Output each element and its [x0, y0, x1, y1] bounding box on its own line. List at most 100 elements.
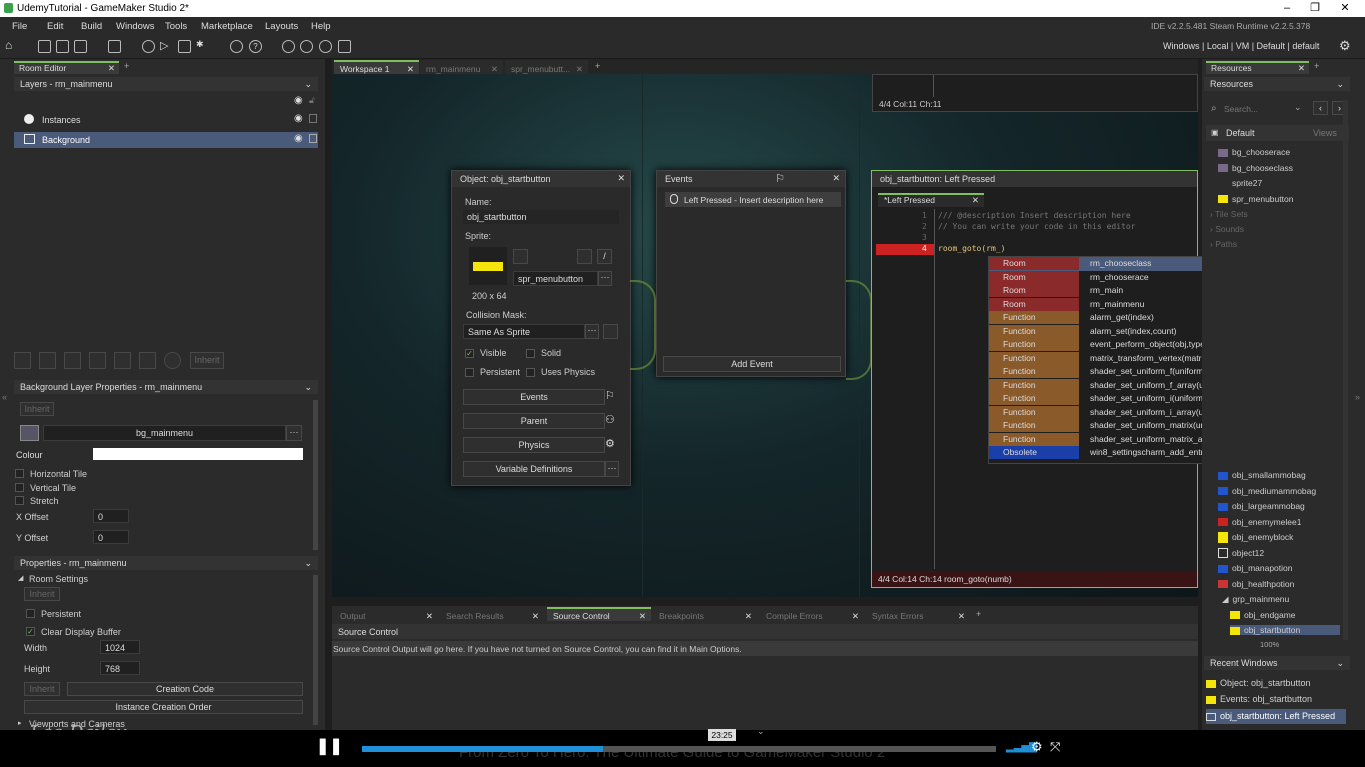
menu-help[interactable]: Help: [311, 21, 331, 32]
new-sprite-icon[interactable]: [513, 249, 528, 264]
collision-mask-field[interactable]: Same As Sprite: [463, 324, 585, 339]
add-path-layer-icon[interactable]: [89, 352, 106, 369]
output-tab[interactable]: Breakpoints ✕: [653, 607, 757, 621]
resource-group-default[interactable]: ▣ Default Views: [1206, 125, 1349, 141]
clean-icon[interactable]: ✱: [196, 39, 209, 52]
maximize-icon[interactable]: ❐: [1300, 0, 1330, 17]
gear-icon[interactable]: ⚙: [605, 437, 615, 450]
save-icon[interactable]: [74, 40, 87, 53]
resource-item[interactable]: bg_chooseclass: [1218, 163, 1293, 173]
lock-icon[interactable]: 🔓︎: [309, 95, 315, 106]
close-tab-icon[interactable]: ✕: [532, 611, 539, 622]
output-tab[interactable]: Compile Errors ✕: [760, 607, 864, 621]
menu-marketplace[interactable]: Marketplace: [201, 21, 253, 32]
v-tile-checkbox[interactable]: [15, 483, 24, 492]
events-button[interactable]: Events: [463, 389, 605, 405]
add-asset-layer-icon[interactable]: [114, 352, 131, 369]
close-tab-icon[interactable]: ✕: [972, 195, 979, 206]
tab-left-pressed[interactable]: *Left Pressed ✕: [878, 193, 984, 207]
chevron-down-icon[interactable]: ⌄: [1336, 658, 1344, 669]
new-icon[interactable]: [38, 40, 51, 53]
export-icon[interactable]: [108, 40, 121, 53]
solid-checkbox[interactable]: [526, 349, 535, 358]
tab-rm-mainmenu[interactable]: rm_mainmenu ✕: [420, 60, 503, 74]
collapse-icon[interactable]: ◢: [18, 574, 23, 582]
tab-workspace-1[interactable]: Workspace 1 ✕: [334, 60, 419, 74]
chevron-down-icon[interactable]: ⌄: [1294, 102, 1302, 113]
resource-folder[interactable]: › Sounds: [1210, 224, 1244, 234]
resource-object[interactable]: obj_enemyblock: [1218, 532, 1293, 544]
minimize-icon[interactable]: –: [1272, 0, 1302, 17]
bg-props-scrollbar[interactable]: [313, 400, 318, 550]
add-instance-layer-icon[interactable]: [39, 352, 56, 369]
inherit-room-button[interactable]: Inherit: [24, 587, 60, 601]
close-icon[interactable]: ✕: [1330, 0, 1360, 17]
resource-object[interactable]: obj_enemymelee1: [1218, 517, 1301, 527]
stretch-checkbox[interactable]: [15, 496, 24, 505]
edit-mask-icon[interactable]: [603, 324, 618, 339]
lock-icon[interactable]: [309, 134, 317, 143]
chevron-down-icon[interactable]: ⌄: [304, 558, 312, 569]
chevron-double-down-icon[interactable]: ⌄: [757, 726, 765, 737]
gear-icon[interactable]: ⚙: [1031, 739, 1043, 755]
bg-props-header[interactable]: Background Layer Properties - rm_mainmen…: [14, 380, 318, 394]
inherit-bg-button[interactable]: Inherit: [20, 402, 54, 416]
close-tab-icon[interactable]: ✕: [108, 63, 115, 74]
close-tab-icon[interactable]: ✕: [1298, 63, 1305, 74]
resources-scrollbar[interactable]: [1343, 100, 1348, 640]
instance-order-button[interactable]: Instance Creation Order: [24, 700, 303, 714]
close-tab-icon[interactable]: ✕: [639, 611, 646, 622]
resource-object[interactable]: object12: [1218, 548, 1264, 559]
close-icon[interactable]: ✕: [832, 173, 840, 184]
hierarchy-icon[interactable]: ⚇: [605, 413, 615, 426]
eye-icon[interactable]: ◉: [294, 133, 303, 144]
add-tab-icon[interactable]: +: [1314, 61, 1319, 71]
chevron-down-icon[interactable]: ⌄: [304, 382, 312, 393]
recent-item[interactable]: Events: obj_startbutton: [1206, 694, 1346, 708]
inherit-code-button[interactable]: Inherit: [24, 682, 60, 696]
persistent-object-checkbox[interactable]: [465, 368, 474, 377]
recent-item[interactable]: Object: obj_startbutton: [1206, 678, 1346, 692]
output-tab[interactable]: Source Control ✕: [547, 607, 651, 621]
resource-object[interactable]: obj_smallammobag: [1218, 470, 1306, 480]
parent-button[interactable]: Parent: [463, 413, 605, 429]
open-icon[interactable]: [56, 40, 69, 53]
resource-object[interactable]: ◢ grp_mainmenu: [1222, 594, 1289, 605]
brush-icon[interactable]: /: [597, 249, 612, 264]
add-tab-icon[interactable]: +: [976, 609, 981, 619]
zoom-out-icon[interactable]: [282, 40, 295, 53]
code-window-titlebar[interactable]: obj_startbutton: Left Pressed: [872, 171, 1197, 187]
x-offset-input[interactable]: 0: [93, 509, 129, 523]
stop-icon[interactable]: [178, 40, 191, 53]
tab-resources[interactable]: Resources ✕: [1206, 61, 1309, 74]
chevron-down-icon[interactable]: ⌄: [304, 79, 312, 90]
event-left-pressed[interactable]: Left Pressed - Insert description here: [665, 192, 841, 207]
previous-code-window[interactable]: 4/4 Col:11 Ch:11: [872, 74, 1198, 112]
height-input[interactable]: 768: [100, 661, 140, 675]
zoom-reset-icon[interactable]: [300, 40, 313, 53]
target-gear-icon[interactable]: ⚙: [1339, 38, 1351, 54]
resource-object[interactable]: obj_mediumammobag: [1218, 486, 1316, 496]
flag-icon[interactable]: ⚐: [775, 172, 785, 185]
resource-object[interactable]: obj_largeammobag: [1218, 501, 1305, 511]
events-window[interactable]: Events ⚐ ✕ Left Pressed - Insert descrip…: [656, 170, 846, 377]
grid-icon[interactable]: [338, 40, 351, 53]
fullscreen-icon[interactable]: ⤧: [1050, 739, 1060, 755]
debug-icon[interactable]: [142, 40, 155, 53]
target-selector[interactable]: Windows | Local | VM | Default | default: [1163, 41, 1319, 51]
resource-folder[interactable]: › Paths: [1210, 239, 1237, 249]
object-name-input[interactable]: obj_startbutton: [463, 210, 619, 224]
edit-sprite-icon[interactable]: [577, 249, 592, 264]
resource-object[interactable]: obj_endgame: [1230, 610, 1296, 620]
mask-more-button[interactable]: ···: [585, 324, 599, 339]
resource-object[interactable]: obj_manapotion: [1218, 563, 1293, 573]
bg-sprite-field[interactable]: bg_mainmenu: [43, 425, 286, 441]
add-tile-layer-icon[interactable]: [64, 352, 81, 369]
close-tab-icon[interactable]: ✕: [958, 611, 965, 622]
close-tab-icon[interactable]: ✕: [426, 611, 433, 622]
menu-edit[interactable]: Edit: [47, 21, 63, 32]
physics-button[interactable]: Physics: [463, 437, 605, 453]
resource-item[interactable]: bg_chooserace: [1218, 147, 1290, 157]
settings-icon[interactable]: [230, 40, 243, 53]
sprite-more-button[interactable]: ···: [598, 271, 612, 286]
